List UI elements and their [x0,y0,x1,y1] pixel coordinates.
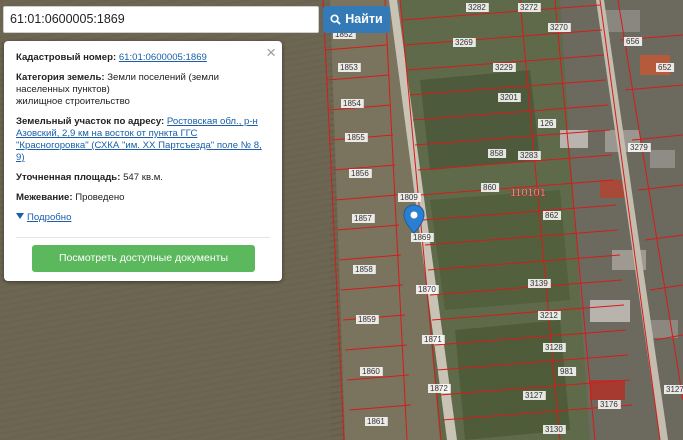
divider [16,237,270,238]
parcel-number-label: 3272 [520,3,538,12]
parcel-number-label: 1809 [400,193,418,202]
parcel-number-label: 981 [560,367,574,376]
parcel-number-label: 1872 [430,384,448,393]
search-button[interactable]: Найти [323,6,390,33]
details-toggle-label: Подробно [27,212,72,223]
parcel-number-label: 3269 [455,38,473,47]
parcel-number-label: 1861 [367,417,385,426]
parcel-number-label: 3128 [545,343,563,352]
parcel-number-label: 1860 [362,367,380,376]
close-icon[interactable]: × [266,44,276,61]
parcel-number-label: 1853 [340,63,358,72]
parcel-number-label: 652 [658,63,672,72]
parcel-number-label: 1870 [418,285,436,294]
cadastral-number-label: Кадастровый номер: [16,52,117,63]
parcel-number-label: 858 [490,149,504,158]
parcel-number-label: 3270 [550,23,568,32]
parcel-number-label: 656 [626,37,640,46]
area-label: Уточненная площадь: [16,172,121,183]
parcel-number-label: 860 [483,183,497,192]
parcel-number-label: 1857 [354,214,372,223]
address-label: Земельный участок по адресу: [16,116,165,127]
parcel-number-label: 1859 [358,315,376,324]
details-toggle[interactable]: Подробно [16,212,270,224]
parcel-number-label: 3127 [666,385,683,394]
parcel-number-label: 3201 [500,93,518,102]
parcel-number-label: 1856 [351,169,369,178]
land-use-value: жилищное строительство [16,96,130,107]
parcel-number-label: 3283 [520,151,538,160]
parcel-number-label: 3130 [545,425,563,434]
parcel-number-label: 3279 [630,143,648,152]
parcel-number-label: 126 [540,119,554,128]
survey-value: Проведено [75,192,125,203]
parcel-number-label: 3282 [468,3,486,12]
parcel-number-label: 862 [545,211,559,220]
parcel-number-label: 1855 [347,133,365,142]
search-button-label: Найти [345,12,383,26]
land-category-label: Категория земель: [16,72,105,83]
survey-label: Межевание: [16,192,73,203]
area-value: 547 кв.м. [123,172,163,183]
parcel-number-label: 3127 [525,391,543,400]
parcel-number-label: 3212 [540,311,558,320]
parcel-number-label: 1869 [413,233,431,242]
parcel-info-popup: × Кадастровый номер: 61:01:0600005:1869 … [4,41,282,281]
parcel-number-label: 1871 [424,335,442,344]
search-icon [330,14,341,25]
triangle-down-icon [16,213,24,219]
search-input[interactable]: 61:01:0600005:1869 [3,6,319,33]
parcel-number-label: 1858 [355,265,373,274]
cadastral-number-link[interactable]: 61:01:0600005:1869 [119,52,207,63]
view-documents-button[interactable]: Посмотреть доступные документы [32,245,255,272]
parcel-number-label: 3229 [495,63,513,72]
parcel-number-label: 1854 [343,99,361,108]
parcel-number-label: 3176 [600,400,618,409]
cadastral-quarter-label: 110101 [510,187,546,199]
parcel-number-label: 3139 [530,279,548,288]
